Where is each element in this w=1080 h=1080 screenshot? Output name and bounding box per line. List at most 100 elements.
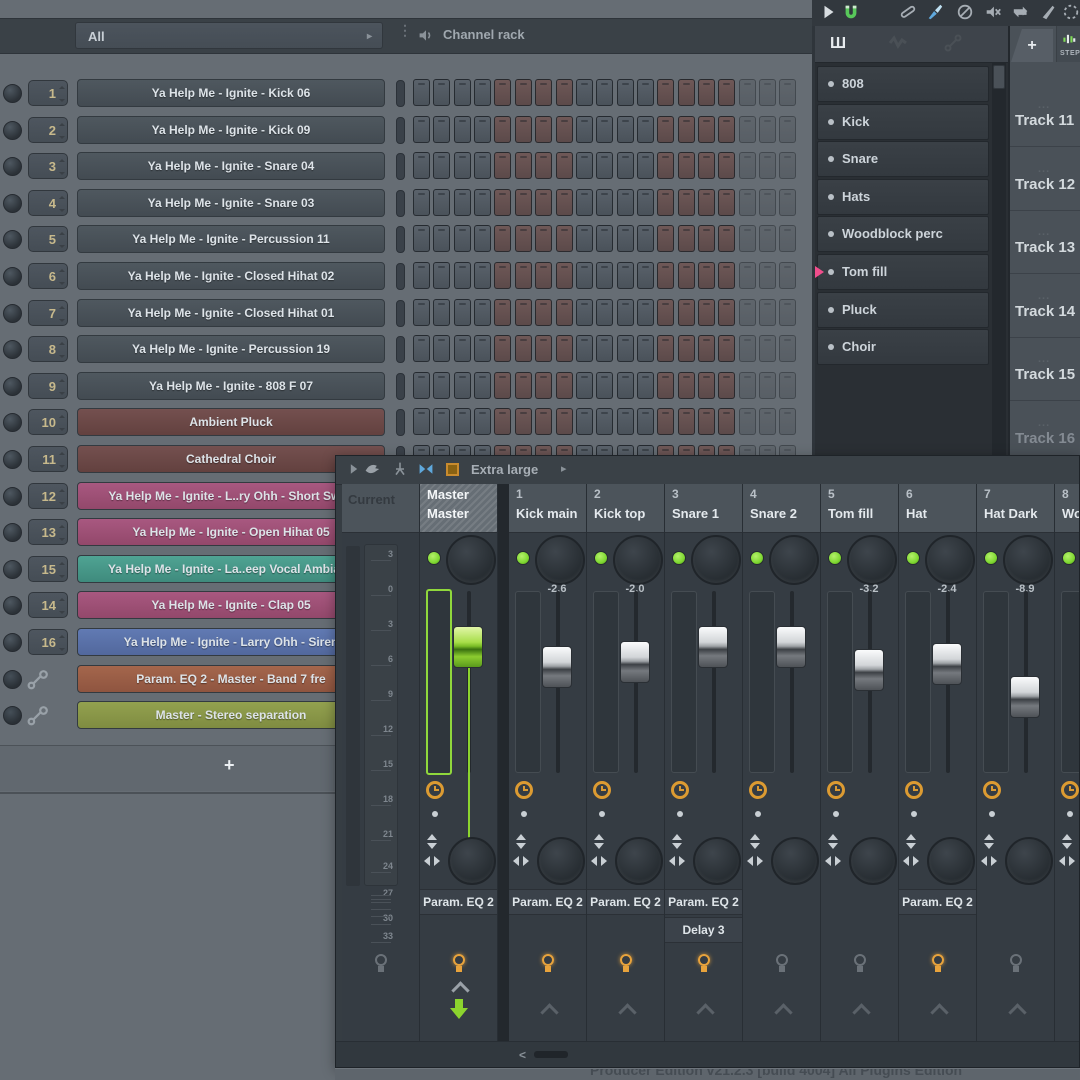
step-button[interactable] bbox=[718, 189, 735, 216]
route-up-arrow-icon[interactable] bbox=[984, 834, 994, 840]
step-button[interactable] bbox=[759, 335, 776, 362]
step-button[interactable] bbox=[657, 225, 674, 252]
slide-icon[interactable] bbox=[898, 3, 918, 23]
pattern-item[interactable]: Tom fill bbox=[817, 254, 989, 290]
step-button[interactable] bbox=[718, 299, 735, 326]
step-button[interactable] bbox=[637, 372, 654, 399]
step-button[interactable] bbox=[596, 262, 613, 289]
play-icon[interactable] bbox=[820, 3, 840, 23]
channel-mini-slider[interactable] bbox=[396, 80, 405, 107]
step-button[interactable] bbox=[637, 189, 654, 216]
step-button[interactable] bbox=[494, 299, 511, 326]
volume-fader[interactable] bbox=[620, 641, 650, 683]
fx-slot-1[interactable]: Param. EQ 2 bbox=[420, 889, 497, 915]
channel-button[interactable]: Ya Help Me - Ignite - Closed Hihat 01 bbox=[77, 299, 385, 327]
step-button[interactable] bbox=[678, 116, 695, 143]
strip-header[interactable]: 1Kick main bbox=[509, 484, 586, 533]
channel-number-badge[interactable]: 11 bbox=[28, 446, 68, 472]
step-button[interactable] bbox=[556, 408, 573, 435]
step-button[interactable] bbox=[759, 299, 776, 326]
step-button[interactable] bbox=[515, 299, 532, 326]
step-button[interactable] bbox=[454, 116, 471, 143]
track-row[interactable]: ...Track 12 bbox=[1010, 163, 1080, 226]
plugin-delay-clock-icon[interactable] bbox=[983, 781, 1001, 799]
step-button[interactable] bbox=[433, 116, 450, 143]
step-button[interactable] bbox=[596, 152, 613, 179]
pattern-item[interactable]: Kick bbox=[817, 104, 989, 140]
mixer-strip[interactable]: MasterMasterParam. EQ 2 bbox=[420, 484, 498, 1041]
step-button[interactable] bbox=[698, 189, 715, 216]
step-button[interactable] bbox=[556, 116, 573, 143]
step-button[interactable] bbox=[474, 189, 491, 216]
step-button[interactable] bbox=[515, 116, 532, 143]
route-down-arrow-icon[interactable] bbox=[750, 843, 760, 849]
step-button[interactable] bbox=[494, 152, 511, 179]
toolbar-grip-icon[interactable]: ⋮ bbox=[398, 24, 412, 36]
route-up-arrow-icon[interactable] bbox=[516, 834, 526, 840]
step-button[interactable] bbox=[454, 372, 471, 399]
step-button[interactable] bbox=[433, 372, 450, 399]
step-button[interactable] bbox=[433, 79, 450, 106]
pan-knob[interactable] bbox=[446, 535, 496, 585]
pan-knob[interactable] bbox=[925, 535, 975, 585]
channel-button[interactable]: Ya Help Me - Ignite - Snare 04 bbox=[77, 152, 385, 180]
step-button[interactable] bbox=[454, 408, 471, 435]
step-button[interactable] bbox=[779, 372, 796, 399]
step-button[interactable] bbox=[454, 189, 471, 216]
step-button[interactable] bbox=[494, 225, 511, 252]
step-button[interactable] bbox=[474, 152, 491, 179]
step-button[interactable] bbox=[678, 408, 695, 435]
step-button[interactable] bbox=[759, 152, 776, 179]
stereo-sep-knob[interactable] bbox=[1005, 837, 1053, 885]
collapse-chevron-icon[interactable] bbox=[1008, 1003, 1026, 1021]
route-down-arrow-icon[interactable] bbox=[516, 843, 526, 849]
step-button[interactable] bbox=[698, 335, 715, 362]
channel-mute-led[interactable] bbox=[3, 596, 22, 615]
step-button[interactable] bbox=[515, 372, 532, 399]
channel-mute-led[interactable] bbox=[3, 450, 22, 469]
track-name[interactable]: Track 14 bbox=[1015, 303, 1075, 320]
step-button[interactable] bbox=[759, 189, 776, 216]
plugin-delay-clock-icon[interactable] bbox=[749, 781, 767, 799]
slice-icon[interactable] bbox=[1040, 3, 1060, 23]
add-channel-button[interactable]: + bbox=[224, 755, 235, 776]
mixer-strip[interactable]: 4Snare 2 bbox=[743, 484, 821, 1041]
channel-number-badge[interactable]: 1 bbox=[28, 80, 68, 106]
step-button[interactable] bbox=[759, 372, 776, 399]
step-button[interactable] bbox=[759, 408, 776, 435]
mixer-strip[interactable]: 8Wo bbox=[1055, 484, 1080, 1041]
fx-enable-bulb-icon[interactable] bbox=[374, 954, 388, 974]
step-button[interactable] bbox=[556, 335, 573, 362]
channel-mute-led[interactable] bbox=[3, 633, 22, 652]
step-button[interactable] bbox=[698, 116, 715, 143]
record-dot-icon[interactable] bbox=[911, 811, 917, 817]
scroll-left-arrow[interactable]: < bbox=[519, 1048, 526, 1062]
step-button[interactable] bbox=[718, 262, 735, 289]
step-button[interactable] bbox=[474, 116, 491, 143]
step-button[interactable] bbox=[596, 372, 613, 399]
volume-fader[interactable] bbox=[854, 649, 884, 691]
step-button[interactable] bbox=[576, 189, 593, 216]
step-button[interactable] bbox=[678, 335, 695, 362]
fx-slot-1[interactable]: Param. EQ 2 bbox=[587, 889, 664, 915]
step-button[interactable] bbox=[739, 372, 756, 399]
step-button[interactable] bbox=[739, 116, 756, 143]
route-right-arrow-icon[interactable] bbox=[1069, 856, 1075, 866]
step-button[interactable] bbox=[413, 372, 430, 399]
fx-enable-bulb-icon[interactable] bbox=[541, 954, 555, 974]
strip-header[interactable]: Current bbox=[342, 484, 419, 533]
pattern-list-scrollbar[interactable] bbox=[992, 63, 1006, 457]
pattern-item[interactable]: Woodblock perc bbox=[817, 216, 989, 252]
step-button[interactable] bbox=[678, 79, 695, 106]
fx-enable-bulb-icon[interactable] bbox=[697, 954, 711, 974]
stereo-sep-knob[interactable] bbox=[693, 837, 741, 885]
step-button[interactable] bbox=[454, 335, 471, 362]
channel-button[interactable]: Ambient Pluck bbox=[77, 408, 385, 436]
channel-number-badge[interactable]: 3 bbox=[28, 153, 68, 179]
track-name[interactable]: Track 16 bbox=[1015, 430, 1075, 447]
channel-mute-led[interactable] bbox=[3, 121, 22, 140]
step-button[interactable] bbox=[576, 299, 593, 326]
route-up-arrow-icon[interactable] bbox=[906, 834, 916, 840]
volume-fader[interactable] bbox=[1010, 676, 1040, 718]
strip-enable-led[interactable] bbox=[594, 551, 608, 565]
